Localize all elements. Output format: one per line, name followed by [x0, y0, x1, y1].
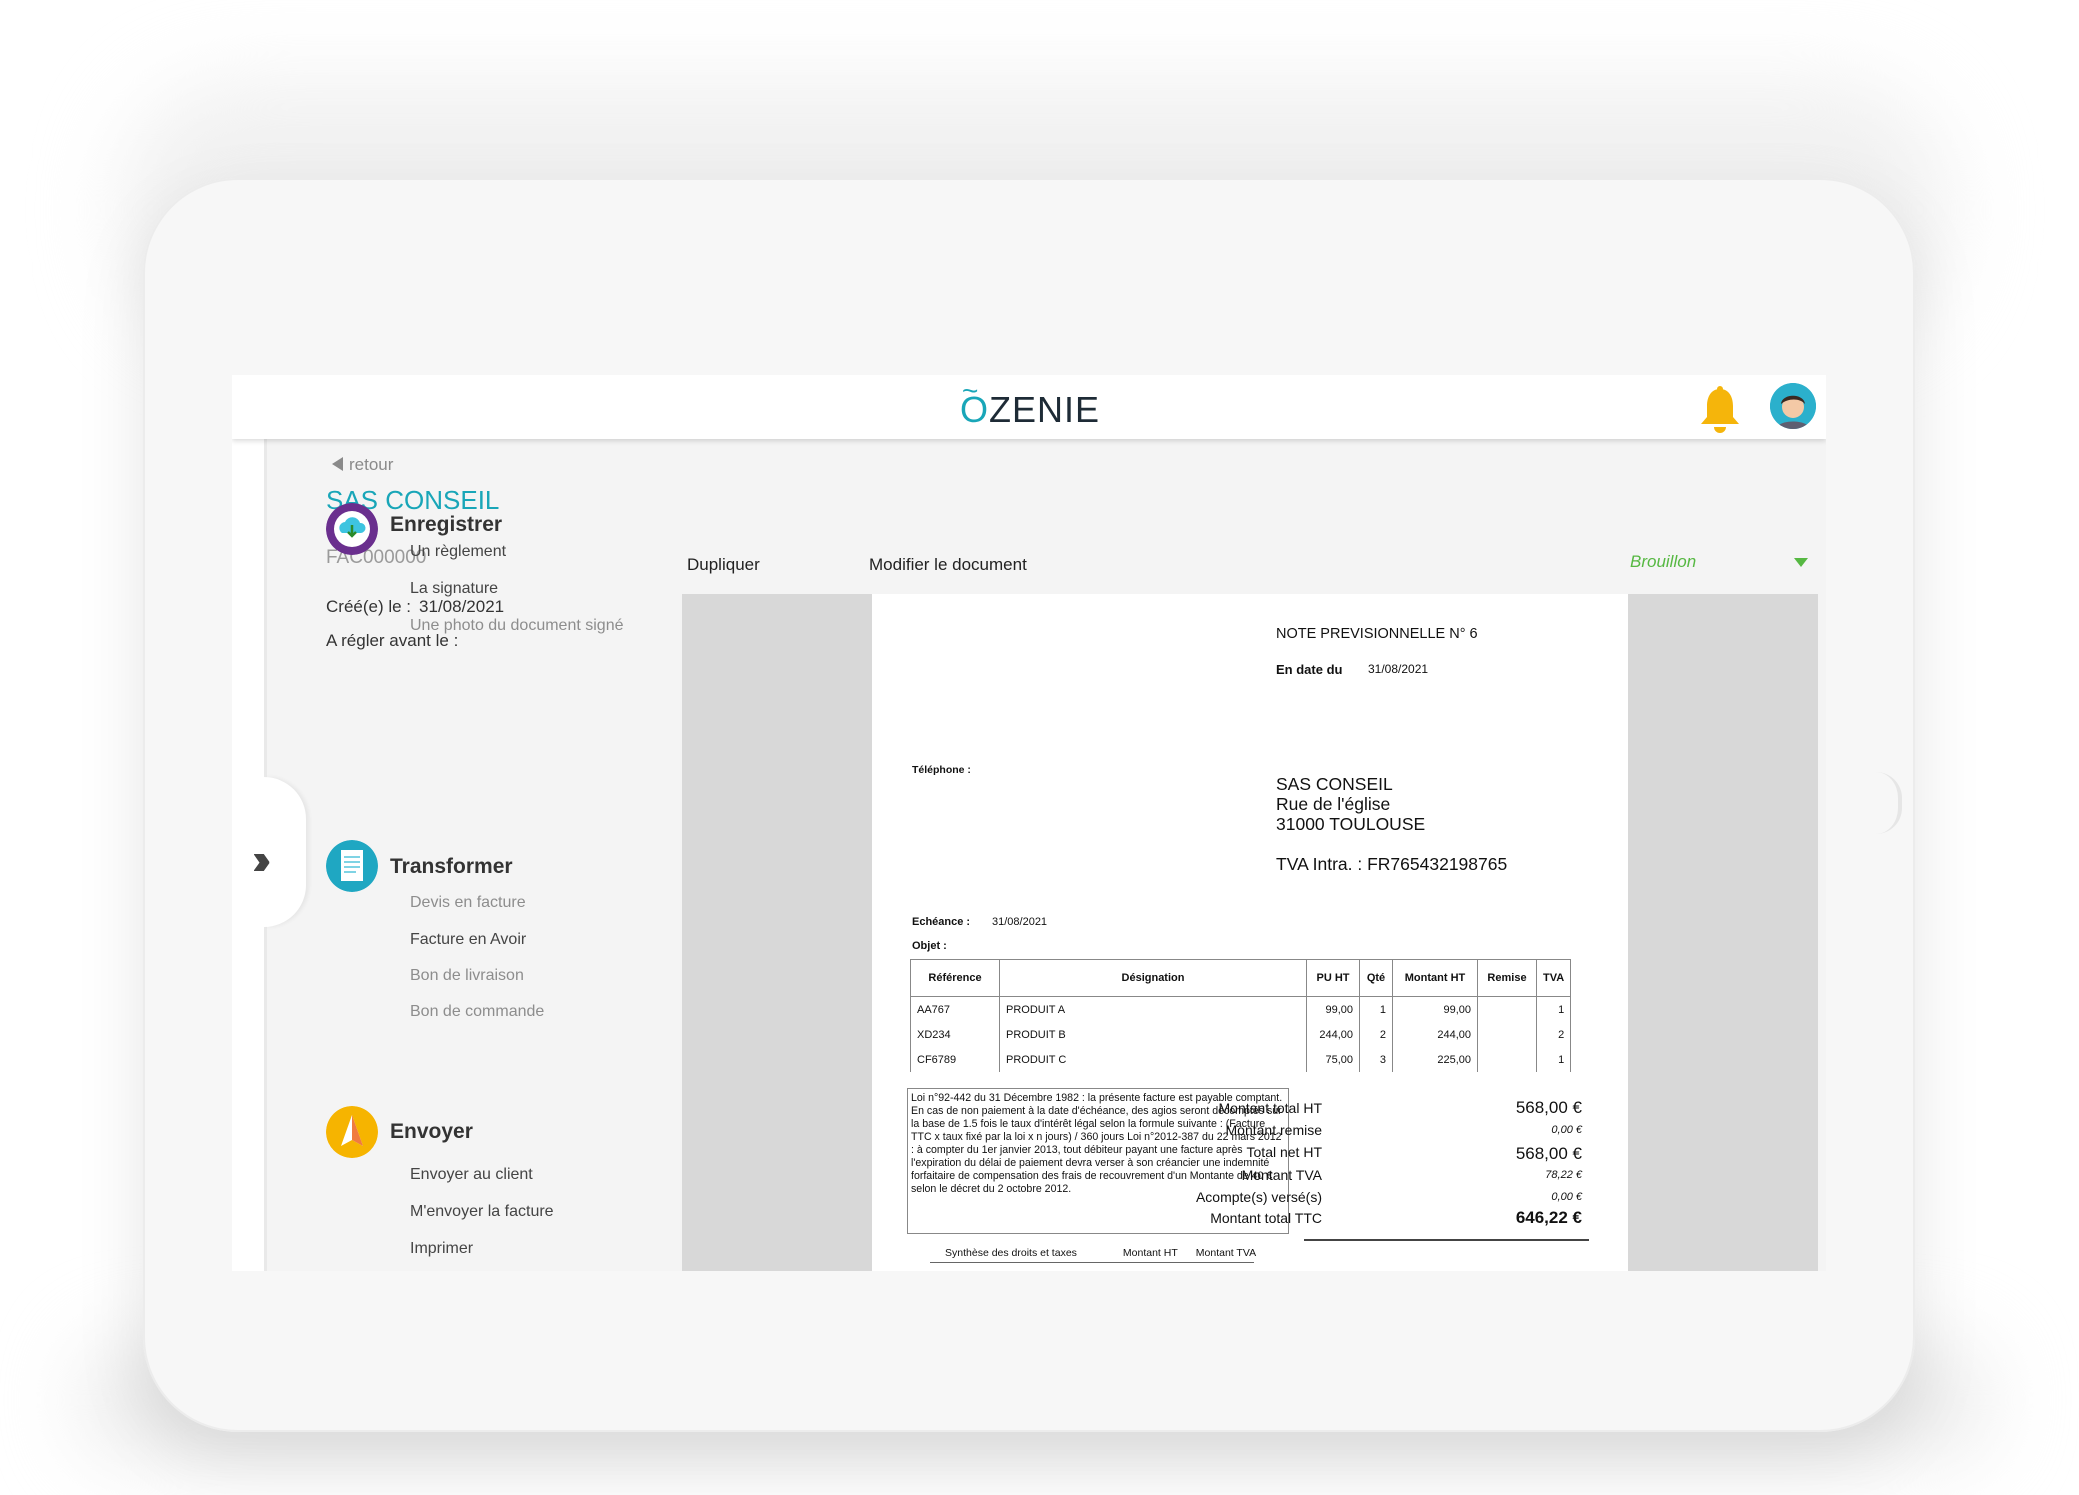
- total-label: Acompte(s) versé(s): [1195, 1189, 1322, 1205]
- cell-remise: [1477, 996, 1537, 1022]
- cell-pu: 75,00: [1306, 1047, 1360, 1072]
- synthesis-divider: [930, 1262, 1254, 1263]
- cell-designation: PRODUIT C: [999, 1047, 1307, 1072]
- user-avatar[interactable]: [1770, 383, 1816, 429]
- table-row: AA767 PRODUIT A 99,00 1 99,00 1: [910, 996, 1572, 1022]
- menu-item-devis-facture[interactable]: Devis en facture: [410, 894, 526, 912]
- menu-item-facture-avoir[interactable]: Facture en Avoir: [410, 931, 526, 949]
- col-qte: Qté: [1359, 959, 1393, 997]
- menu-item-envoyer-moi[interactable]: M'envoyer la facture: [410, 1203, 554, 1221]
- total-value: 568,00 €: [1515, 1144, 1582, 1163]
- back-link[interactable]: retour: [332, 455, 393, 475]
- synthesis-col-ht: Montant HT: [1122, 1247, 1178, 1259]
- total-ttc-value: 646,22 €: [1515, 1208, 1582, 1227]
- table-row: CF6789 PRODUIT C 75,00 3 225,00 1: [910, 1047, 1572, 1072]
- cell-montant: 244,00: [1392, 1022, 1478, 1047]
- cell-pu: 99,00: [1306, 996, 1360, 1022]
- table-header-row: Référence Désignation PU HT Qté Montant …: [910, 959, 1572, 997]
- cell-designation: PRODUIT B: [999, 1022, 1307, 1047]
- doc-due-value: 31/08/2021: [992, 916, 1048, 928]
- totals-divider: [1304, 1239, 1589, 1241]
- total-ttc-label: Montant total TTC: [1210, 1210, 1322, 1226]
- app-logo[interactable]: ~ OZENIE: [960, 375, 1101, 431]
- client-vat: TVA Intra. : FR765432198765: [1276, 854, 1508, 874]
- cell-montant: 225,00: [1392, 1047, 1478, 1072]
- cell-montant: 99,00: [1392, 996, 1478, 1022]
- table-row: XD234 PRODUIT B 244,00 2 244,00 2: [910, 1022, 1572, 1047]
- status-select[interactable]: Brouillon: [1630, 552, 1696, 572]
- menu-item-bon-livraison[interactable]: Bon de livraison: [410, 967, 524, 985]
- cell-qte: 2: [1359, 1022, 1393, 1047]
- section-title-enregistrer: Enregistrer: [390, 513, 503, 536]
- menu-item-imprimer[interactable]: Imprimer: [410, 1240, 473, 1258]
- expand-chevron-icon[interactable]: ››: [252, 835, 272, 885]
- cell-qte: 1: [1359, 996, 1393, 1022]
- edit-document-button[interactable]: Modifier le document: [869, 555, 1027, 575]
- logo-o: ~ O: [960, 375, 989, 430]
- bell-icon[interactable]: [1697, 385, 1743, 435]
- synthesis-col-tva: Montant TVA: [1195, 1247, 1257, 1259]
- section-title-transformer: Transformer: [390, 855, 513, 878]
- section-title-envoyer: Envoyer: [390, 1120, 473, 1143]
- total-label: Montant remise: [1225, 1122, 1322, 1138]
- created-label: Créé(e) le :: [326, 597, 412, 616]
- total-value: 0,00 €: [1551, 1191, 1582, 1203]
- created-date-row: Créé(e) le : 31/08/2021: [326, 597, 504, 617]
- col-montant-ht: Montant HT: [1392, 959, 1478, 997]
- col-tva: TVA: [1535, 959, 1572, 997]
- cell-designation: PRODUIT A: [999, 996, 1307, 1022]
- client-city: 31000 TOULOUSE: [1276, 814, 1426, 834]
- cell-tva: 1: [1535, 996, 1572, 1022]
- cell-pu: 244,00: [1306, 1022, 1360, 1047]
- total-value: 0,00 €: [1551, 1124, 1582, 1136]
- status-dropdown-icon[interactable]: [1794, 558, 1808, 567]
- duplicate-button[interactable]: Dupliquer: [687, 555, 760, 575]
- sidebar-toggle-tab[interactable]: [264, 777, 306, 927]
- logo-tilde: ~: [962, 375, 980, 406]
- col-reference: Référence: [910, 959, 1000, 997]
- col-designation: Désignation: [999, 959, 1307, 997]
- created-date: 31/08/2021: [419, 597, 505, 616]
- total-label: Total net HT: [1246, 1144, 1322, 1160]
- menu-item-signature[interactable]: La signature: [410, 580, 498, 598]
- cell-tva: 1: [1535, 1047, 1572, 1072]
- doc-date-value: 31/08/2021: [1368, 662, 1429, 676]
- document-page[interactable]: NOTE PREVISIONNELLE N° 6 En date du 31/0…: [872, 594, 1628, 1271]
- logo-text: ZENIE: [989, 389, 1101, 430]
- cell-ref: CF6789: [910, 1047, 1000, 1072]
- paper-plane-icon: [326, 1106, 378, 1158]
- cell-ref: XD234: [910, 1022, 1000, 1047]
- doc-title: NOTE PREVISIONNELLE N° 6: [1276, 626, 1478, 642]
- cloud-download-icon: [326, 503, 378, 555]
- client-street: Rue de l'église: [1276, 794, 1391, 814]
- doc-object-label: Objet :: [912, 940, 947, 952]
- menu-item-envoyer-client[interactable]: Envoyer au client: [410, 1166, 533, 1184]
- menu-item-photo-signed[interactable]: Une photo du document signé: [410, 617, 623, 635]
- cell-ref: AA767: [910, 996, 1000, 1022]
- synthesis-title: Synthèse des droits et taxes: [945, 1247, 1077, 1259]
- cell-remise: [1477, 1047, 1537, 1072]
- back-label: retour: [349, 455, 394, 474]
- back-arrow-icon: [332, 457, 343, 471]
- total-value: 568,00 €: [1515, 1098, 1582, 1117]
- cell-qte: 3: [1359, 1047, 1393, 1072]
- total-label: Montant TVA: [1241, 1167, 1322, 1183]
- doc-date-label: En date du: [1276, 662, 1343, 677]
- client-name: SAS CONSEIL: [1276, 774, 1393, 794]
- col-pu-ht: PU HT: [1306, 959, 1360, 997]
- total-label: Montant total HT: [1218, 1100, 1323, 1116]
- cell-remise: [1477, 1022, 1537, 1047]
- app-screen: ~ OZENIE ›› retour SAS CONSEIL FAC000000 …: [232, 375, 1826, 1271]
- total-value: 78,22 €: [1545, 1169, 1582, 1181]
- document-icon: [326, 840, 378, 892]
- doc-due-label: Echéance :: [912, 916, 971, 928]
- items-table: Référence Désignation PU HT Qté Montant …: [910, 959, 1572, 1072]
- menu-item-bon-commande[interactable]: Bon de commande: [410, 1003, 544, 1021]
- doc-phone-label: Téléphone :: [912, 764, 971, 776]
- col-remise: Remise: [1477, 959, 1537, 997]
- menu-item-reglement[interactable]: Un règlement: [410, 543, 506, 561]
- top-bar: ~ OZENIE: [232, 375, 1826, 439]
- synthesis-header: Synthèse des droits et taxes Montant HT Mo…: [945, 1247, 1256, 1259]
- cell-tva: 2: [1535, 1022, 1572, 1047]
